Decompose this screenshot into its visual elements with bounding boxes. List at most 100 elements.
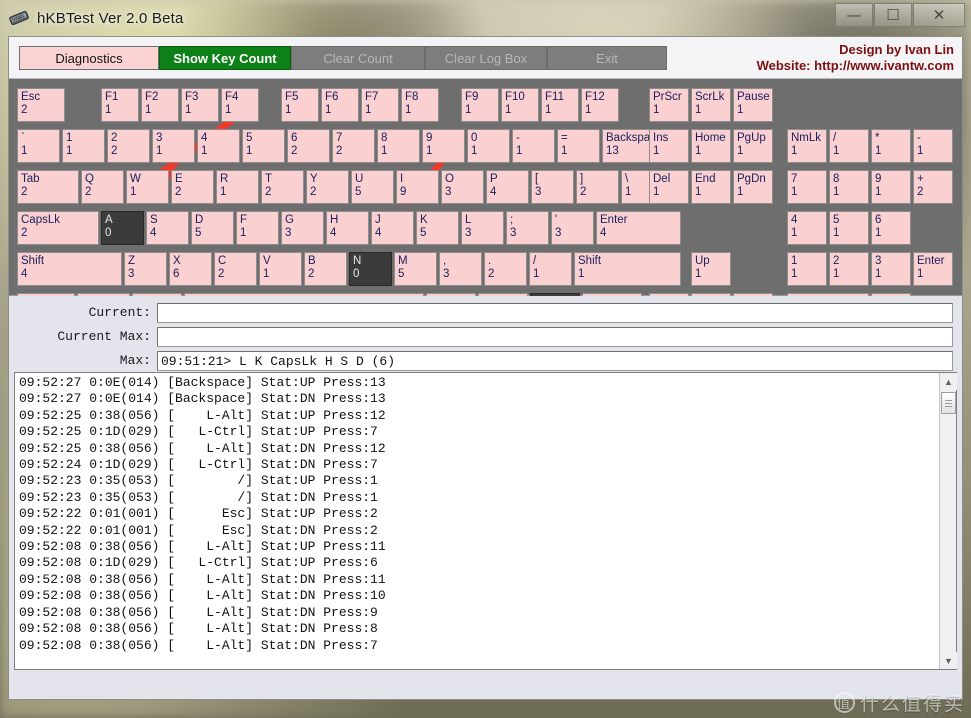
key-enter[interactable]: Enter 4 <box>596 211 681 245</box>
key-f3[interactable]: F3 1 <box>181 88 219 122</box>
key-z[interactable]: Z3 <box>124 252 167 286</box>
key-space[interactable]: ' 3 <box>551 211 594 245</box>
key-a[interactable]: A0 <box>101 211 144 245</box>
field-input-current[interactable] <box>157 302 953 323</box>
key-h[interactable]: H4 <box>326 211 369 245</box>
key-f8[interactable]: F8 1 <box>401 88 439 122</box>
key-f7[interactable]: F7 1 <box>361 88 399 122</box>
keyboard-map[interactable]: Esc 2 F1 1 F2 1 F3 1 F4 1 F5 1 F6 1 F7 1 F8 1 F9 1 F10 1 F11 1 F… <box>9 79 962 327</box>
key-f1[interactable]: F1 1 <box>101 88 139 122</box>
key-enter[interactable]: Enter 1 <box>913 252 953 286</box>
key-f11[interactable]: F11 1 <box>541 88 579 122</box>
key-f9[interactable]: F9 1 <box>461 88 499 122</box>
key-ins[interactable]: Ins 1 <box>649 129 689 163</box>
key-f12[interactable]: F12 1 <box>581 88 619 122</box>
key-o[interactable]: O3 <box>441 170 484 204</box>
key-f5[interactable]: F5 1 <box>281 88 319 122</box>
minimize-button[interactable]: — <box>835 3 873 27</box>
log-box[interactable]: 09:52:27 0:0E(014) [Backspace] Stat:UP P… <box>14 372 957 670</box>
key-space[interactable]: /1 <box>829 129 869 163</box>
key-x[interactable]: X6 <box>169 252 212 286</box>
key-8[interactable]: 81 <box>829 170 869 204</box>
key-4[interactable]: 41 <box>787 211 827 245</box>
key-p[interactable]: P4 <box>486 170 529 204</box>
key-9[interactable]: 91 <box>422 129 465 163</box>
key-g[interactable]: G3 <box>281 211 324 245</box>
key-d[interactable]: D5 <box>191 211 234 245</box>
title-bar[interactable]: hKBTest Ver 2.0 Beta — ☐ ✕ <box>0 0 971 36</box>
key-6[interactable]: 61 <box>871 211 911 245</box>
key-y[interactable]: Y2 <box>306 170 349 204</box>
log-scrollbar[interactable]: ▲ ▼ <box>939 373 957 669</box>
key-s[interactable]: S4 <box>146 211 189 245</box>
key-home[interactable]: Home 1 <box>691 129 731 163</box>
maximize-button[interactable]: ☐ <box>874 3 912 27</box>
key-pause[interactable]: Pause 1 <box>733 88 773 122</box>
key-8[interactable]: 81 <box>377 129 420 163</box>
key-i[interactable]: I9 <box>396 170 439 204</box>
key-v[interactable]: V1 <box>259 252 302 286</box>
key-nmlk[interactable]: NmLk 1 <box>787 129 827 163</box>
key-f[interactable]: F1 <box>236 211 279 245</box>
key-3[interactable]: 31 <box>152 129 195 163</box>
key-r[interactable]: R1 <box>216 170 259 204</box>
key-space[interactable]: -1 <box>913 129 953 163</box>
key-7[interactable]: 72 <box>332 129 375 163</box>
key-2[interactable]: 21 <box>829 252 869 286</box>
key-space[interactable]: .2 <box>484 252 527 286</box>
key-capslk[interactable]: CapsLk 2 <box>17 211 99 245</box>
key-j[interactable]: J4 <box>371 211 414 245</box>
key-c[interactable]: C2 <box>214 252 257 286</box>
key-space[interactable]: -1 <box>512 129 555 163</box>
key-4[interactable]: 41 <box>197 129 240 163</box>
key-1[interactable]: 11 <box>787 252 827 286</box>
key-scrlk[interactable]: ScrLk 1 <box>691 88 731 122</box>
key-q[interactable]: Q2 <box>81 170 124 204</box>
key-f6[interactable]: F6 1 <box>321 88 359 122</box>
key-tab[interactable]: Tab 2 <box>17 170 79 204</box>
key-f2[interactable]: F2 1 <box>141 88 179 122</box>
scroll-up-icon[interactable]: ▲ <box>940 373 957 390</box>
key-6[interactable]: 62 <box>287 129 330 163</box>
toolbar-button-show-key-count[interactable]: Show Key Count <box>159 46 291 70</box>
key-9[interactable]: 91 <box>871 170 911 204</box>
key-pgdn[interactable]: PgDn 1 <box>733 170 773 204</box>
key-t[interactable]: T2 <box>261 170 304 204</box>
key-7[interactable]: 71 <box>787 170 827 204</box>
key-shift[interactable]: Shift 4 <box>17 252 122 286</box>
key-del[interactable]: Del 1 <box>649 170 689 204</box>
key-m[interactable]: M5 <box>394 252 437 286</box>
key-b[interactable]: B2 <box>304 252 347 286</box>
key-f10[interactable]: F10 1 <box>501 88 539 122</box>
key-space[interactable]: = 1 <box>557 129 600 163</box>
key-5[interactable]: 51 <box>242 129 285 163</box>
key-n[interactable]: N0 <box>349 252 392 286</box>
key-f4[interactable]: F4 1 <box>221 88 259 122</box>
key-pgup[interactable]: PgUp 1 <box>733 129 773 163</box>
key-prscr[interactable]: PrScr 1 <box>649 88 689 122</box>
key-end[interactable]: End 1 <box>691 170 731 204</box>
key-w[interactable]: W1 <box>126 170 169 204</box>
scrollbar-thumb[interactable] <box>941 392 956 414</box>
close-button[interactable]: ✕ <box>913 3 965 27</box>
key-2[interactable]: 22 <box>107 129 150 163</box>
key-k[interactable]: K5 <box>416 211 459 245</box>
key-space[interactable]: ` 1 <box>17 129 60 163</box>
key-space[interactable]: ,3 <box>439 252 482 286</box>
key-e[interactable]: E2 <box>171 170 214 204</box>
key-l[interactable]: L3 <box>461 211 504 245</box>
key-shift[interactable]: Shift 1 <box>574 252 681 286</box>
key-space[interactable]: * 1 <box>871 129 911 163</box>
field-input-current-max[interactable] <box>157 326 953 347</box>
field-input-max[interactable]: 09:51:21> L K CapsLk H S D (6) <box>157 350 953 371</box>
key-space[interactable]: +2 <box>913 170 953 204</box>
scroll-down-icon[interactable]: ▼ <box>940 652 957 669</box>
key-space[interactable]: [3 <box>531 170 574 204</box>
key-esc[interactable]: Esc 2 <box>17 88 65 122</box>
key-space[interactable]: /1 <box>529 252 572 286</box>
key-space[interactable]: ] 2 <box>576 170 619 204</box>
key-space[interactable]: ; 3 <box>506 211 549 245</box>
toolbar-button-diagnostics[interactable]: Diagnostics <box>19 46 159 70</box>
key-3[interactable]: 31 <box>871 252 911 286</box>
key-u[interactable]: U5 <box>351 170 394 204</box>
